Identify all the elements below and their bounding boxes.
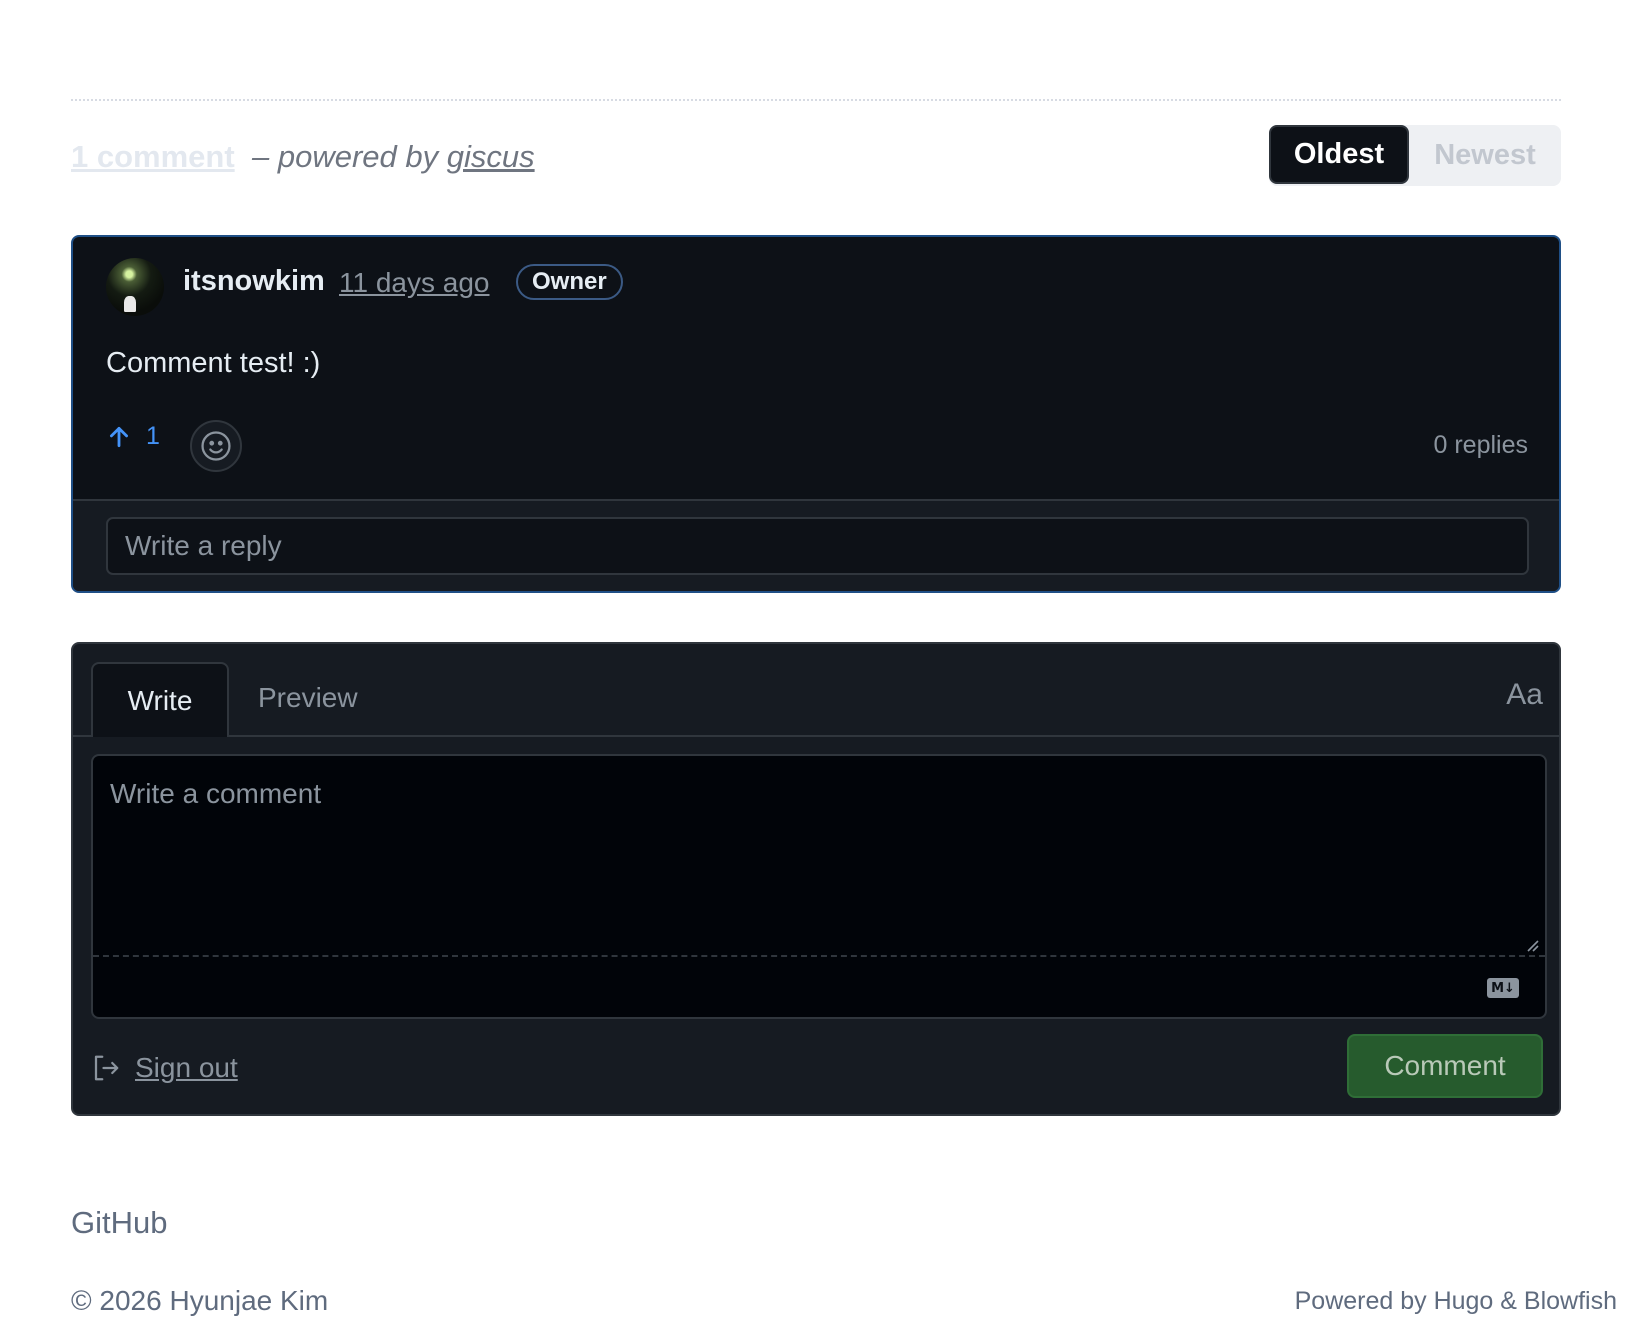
sort-toggle: Oldest Newest bbox=[1269, 125, 1561, 186]
arrow-up-icon bbox=[110, 426, 128, 447]
sign-out-label: Sign out bbox=[135, 1052, 238, 1083]
tab-preview[interactable]: Preview bbox=[258, 682, 358, 714]
powered-by-text: – powered by giscus bbox=[252, 139, 535, 175]
comment-placeholder: Write a comment bbox=[110, 778, 322, 809]
tab-write[interactable]: Write bbox=[91, 662, 229, 737]
textarea-divider bbox=[93, 955, 1545, 957]
reply-section: Write a reply bbox=[73, 501, 1559, 591]
comment-card: itsnowkim 11 days ago Owner Comment test… bbox=[71, 235, 1561, 593]
comment-timestamp[interactable]: 11 days ago bbox=[339, 267, 490, 299]
comment-editor: Write Preview Aa Write a comment M↓ Sign… bbox=[71, 642, 1561, 1116]
comment-author[interactable]: itsnowkim bbox=[183, 265, 325, 298]
comment-submit-button[interactable]: Comment bbox=[1347, 1034, 1543, 1098]
sort-newest-button[interactable]: Newest bbox=[1409, 125, 1561, 186]
comments-header: 1 comment – powered by giscus Oldest New… bbox=[71, 125, 1561, 189]
reply-count: 0 replies bbox=[1433, 431, 1529, 459]
powered-prefix: – powered by bbox=[252, 139, 447, 174]
giscus-link[interactable]: giscus bbox=[447, 139, 535, 174]
comment-count-link[interactable]: 1 comment bbox=[71, 139, 235, 175]
owner-badge: Owner bbox=[516, 264, 623, 300]
footer-powered-by: Powered by Hugo & Blowfish bbox=[1294, 1287, 1617, 1315]
footer-github-link[interactable]: GitHub bbox=[71, 1205, 167, 1241]
smiley-icon bbox=[201, 431, 231, 461]
editor-tabs: Write Preview Aa bbox=[73, 644, 1559, 737]
avatar[interactable] bbox=[106, 258, 164, 316]
resize-handle-icon[interactable] bbox=[1525, 938, 1539, 952]
sign-out-link[interactable]: Sign out bbox=[91, 1052, 238, 1084]
upvote-button[interactable]: 1 bbox=[106, 422, 160, 451]
comment-textarea[interactable]: Write a comment M↓ bbox=[91, 754, 1547, 1019]
sign-out-icon bbox=[94, 1055, 119, 1081]
sort-oldest-button[interactable]: Oldest bbox=[1269, 125, 1409, 184]
upvote-count: 1 bbox=[146, 422, 160, 450]
font-toggle-button[interactable]: Aa bbox=[1506, 678, 1543, 712]
reply-input[interactable]: Write a reply bbox=[106, 517, 1529, 575]
divider bbox=[71, 99, 1561, 101]
markdown-icon[interactable]: M↓ bbox=[1487, 978, 1519, 998]
footer-copyright: © 2026 Hyunjae Kim bbox=[71, 1285, 329, 1316]
comment-body: Comment test! :) bbox=[106, 347, 321, 379]
add-reaction-button[interactable] bbox=[190, 420, 242, 472]
